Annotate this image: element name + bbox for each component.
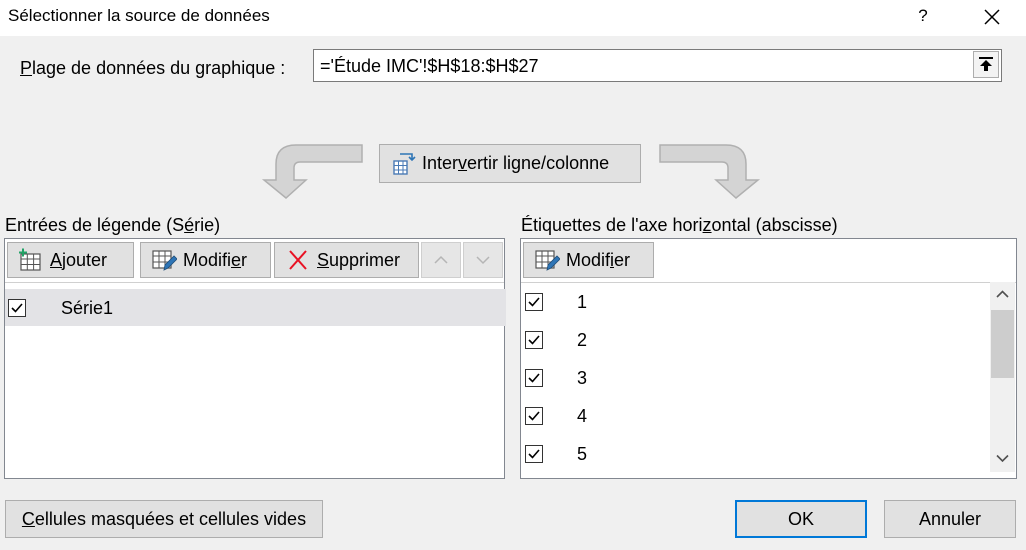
title-bar: Sélectionner la source de données ? bbox=[0, 0, 1026, 36]
axis-item-label: 3 bbox=[577, 368, 588, 388]
dialog-title: Sélectionner la source de données bbox=[8, 6, 270, 25]
series-row[interactable]: Série1 bbox=[5, 289, 506, 326]
axis-item-checkbox[interactable] bbox=[525, 331, 543, 349]
hidden-cells-label: Cellules masquées et cellules vides bbox=[21, 508, 307, 529]
checkmark-icon bbox=[528, 449, 540, 459]
collapse-arrow-icon bbox=[979, 57, 993, 71]
range-label: Plage de données du graphique : bbox=[20, 58, 286, 78]
close-icon bbox=[984, 9, 1000, 25]
collapse-dialog-button[interactable] bbox=[973, 51, 999, 78]
ok-button[interactable]: OK bbox=[735, 500, 867, 538]
edit-series-button-label: Modifier bbox=[183, 249, 248, 270]
delete-series-button[interactable]: Supprimer bbox=[274, 242, 419, 278]
edit-series-button[interactable]: Modifier bbox=[140, 242, 271, 278]
delete-x-icon bbox=[289, 250, 307, 270]
axis-item-label: 2 bbox=[577, 330, 588, 350]
axis-toolbar-divider bbox=[521, 282, 1016, 283]
edit-axis-button-label: Modifier bbox=[566, 249, 631, 270]
axis-item-checkbox[interactable] bbox=[525, 293, 543, 311]
axis-list-scrollbar[interactable] bbox=[990, 282, 1015, 472]
axis-item-label: 4 bbox=[577, 406, 588, 426]
range-input[interactable]: ='Étude IMC'!$H$18:$H$27 bbox=[313, 49, 1002, 82]
checkmark-icon bbox=[528, 297, 540, 307]
close-button[interactable] bbox=[975, 2, 1009, 32]
checkmark-icon bbox=[528, 373, 540, 383]
move-up-button[interactable] bbox=[421, 242, 461, 278]
switch-button-label: Intervertir ligne/colonne bbox=[422, 153, 610, 173]
switch-row-column-icon bbox=[393, 152, 416, 175]
delete-button-label: Supprimer bbox=[317, 249, 401, 270]
axis-item-label: 1 bbox=[577, 292, 588, 312]
move-down-button[interactable] bbox=[463, 242, 503, 278]
legend-toolbar-divider bbox=[5, 282, 504, 283]
scroll-up-icon[interactable] bbox=[996, 290, 1009, 299]
scroll-thumb[interactable] bbox=[991, 310, 1014, 378]
add-button-label: Ajouter bbox=[50, 249, 108, 270]
chevron-up-icon bbox=[434, 255, 448, 264]
axis-item-checkbox[interactable] bbox=[525, 445, 543, 463]
edit-axis-labels-button[interactable]: Modifier bbox=[523, 242, 654, 278]
left-curved-arrow-icon bbox=[261, 144, 363, 199]
series-name: Série1 bbox=[61, 298, 114, 318]
checkmark-icon bbox=[528, 411, 540, 421]
checkmark-icon bbox=[528, 335, 540, 345]
cancel-button[interactable]: Annuler bbox=[884, 500, 1016, 538]
axis-item-checkbox[interactable] bbox=[525, 369, 543, 387]
right-curved-arrow-icon bbox=[659, 144, 761, 199]
chevron-down-icon bbox=[476, 256, 490, 265]
add-series-button[interactable]: Ajouter bbox=[7, 242, 134, 278]
switch-row-column-button[interactable]: Intervertir ligne/colonne bbox=[379, 144, 641, 183]
checkmark-icon bbox=[11, 303, 23, 313]
series-checkbox[interactable] bbox=[8, 299, 26, 317]
scroll-down-icon[interactable] bbox=[996, 454, 1009, 463]
edit-table-icon bbox=[535, 250, 560, 271]
edit-table-icon bbox=[152, 250, 177, 271]
help-button[interactable]: ? bbox=[908, 2, 938, 32]
axis-item-checkbox[interactable] bbox=[525, 407, 543, 425]
hidden-empty-cells-button[interactable]: Cellules masquées et cellules vides bbox=[5, 500, 323, 538]
axis-section-label: Étiquettes de l'axe horizontal (abscisse… bbox=[521, 215, 838, 235]
axis-item-label: 5 bbox=[577, 444, 588, 464]
add-table-icon bbox=[19, 248, 41, 271]
legend-section-label: Entrées de légende (Série) bbox=[5, 215, 221, 235]
